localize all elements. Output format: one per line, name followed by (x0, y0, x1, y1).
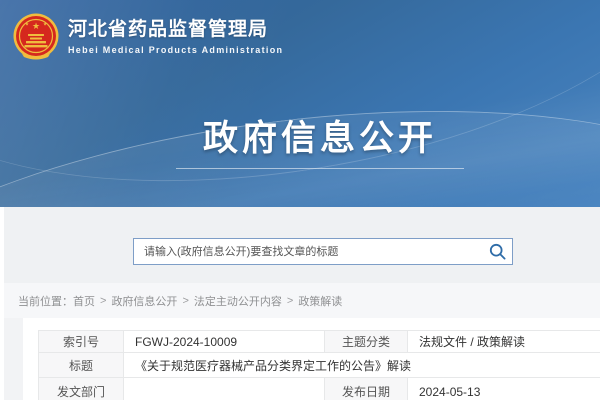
title-value: 《关于规范医疗器械产品分类界定工作的公告》解读 (124, 353, 600, 378)
table-row: 发文部门 发布日期 2024-05-13 (39, 378, 600, 400)
logo-text: 河北省药品监督管理局 Hebei Medical Products Admini… (68, 19, 283, 55)
org-name-zh: 河北省药品监督管理局 (68, 19, 283, 42)
search-input[interactable] (134, 239, 482, 264)
table-row: 索引号 FGWJ-2024-10009 主题分类 法规文件 / 政策解读 (39, 331, 600, 353)
svg-text:★: ★ (32, 21, 40, 31)
article-card: 索引号 FGWJ-2024-10009 主题分类 法规文件 / 政策解读 标题 … (23, 318, 600, 400)
breadcrumb-item-gov-info[interactable]: 政府信息公开 (111, 293, 177, 309)
breadcrumb-separator: > (100, 295, 106, 307)
publish-date-value: 2024-05-13 (408, 378, 600, 400)
search-box (133, 238, 513, 265)
title-underline (176, 168, 464, 169)
breadcrumb-prefix: 当前位置： (18, 293, 73, 309)
search-button[interactable] (482, 239, 512, 264)
page-title: 政府信息公开 (203, 110, 437, 161)
topic-category-value: 法规文件 / 政策解读 (408, 331, 600, 353)
svg-text:★: ★ (25, 22, 29, 27)
org-name-en: Hebei Medical Products Administration (68, 45, 283, 55)
content-area: 索引号 FGWJ-2024-10009 主题分类 法规文件 / 政策解读 标题 … (4, 318, 600, 400)
topic-category-label: 主题分类 (325, 331, 408, 353)
index-number-label: 索引号 (39, 331, 124, 353)
breadcrumb-separator: > (182, 295, 188, 307)
issuing-department-value (124, 378, 325, 400)
title-label: 标题 (39, 353, 124, 378)
document-info-table: 索引号 FGWJ-2024-10009 主题分类 法规文件 / 政策解读 标题 … (38, 330, 600, 400)
svg-text:★: ★ (43, 22, 47, 27)
site-logo[interactable]: ★ ★ ★ 河北省药品监督管理局 Hebei Medical Products … (12, 10, 283, 64)
site-banner: ★ ★ ★ 河北省药品监督管理局 Hebei Medical Products … (0, 0, 600, 207)
page: ★ ★ ★ 河北省药品监督管理局 Hebei Medical Products … (0, 0, 600, 400)
breadcrumb-item-statutory-disclosure[interactable]: 法定主动公开内容 (194, 293, 282, 309)
search-section (4, 207, 600, 283)
breadcrumb-item-home[interactable]: 首页 (73, 293, 95, 309)
breadcrumb-separator: > (287, 295, 293, 307)
table-row: 标题 《关于规范医疗器械产品分类界定工作的公告》解读 (39, 353, 600, 378)
search-icon (489, 243, 506, 260)
issuing-department-label: 发文部门 (39, 378, 124, 400)
breadcrumb: 当前位置： 首页 > 政府信息公开 > 法定主动公开内容 > 政策解读 (4, 283, 600, 318)
breadcrumb-item-policy-interpretation[interactable]: 政策解读 (298, 293, 342, 309)
index-number-value: FGWJ-2024-10009 (124, 331, 325, 353)
publish-date-label: 发布日期 (325, 378, 408, 400)
national-emblem-icon: ★ ★ ★ (12, 10, 60, 64)
